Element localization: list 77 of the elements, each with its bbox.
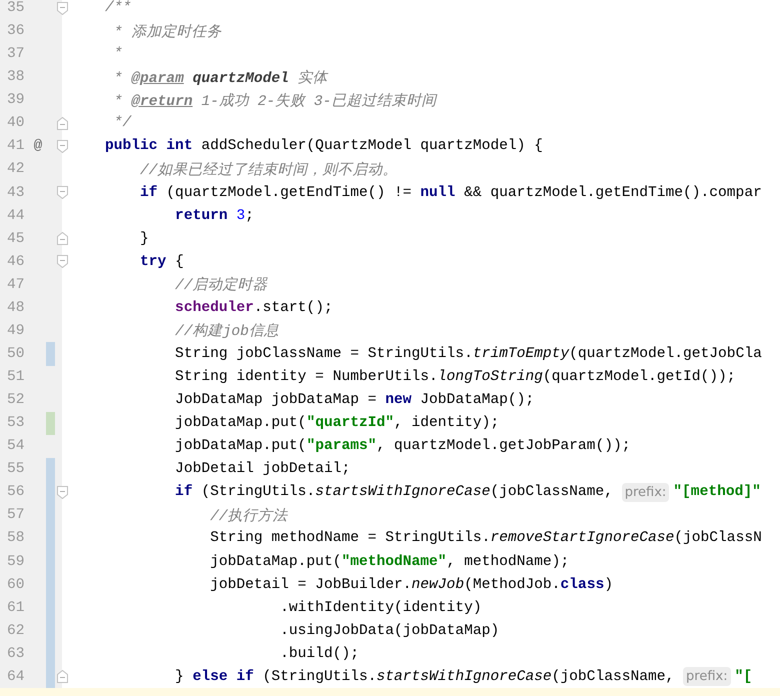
code-text: * @param quartzModel 实体 <box>112 68 328 87</box>
code-text: //如果已经过了结束时间，则不启动。 <box>139 160 398 179</box>
line-number: 46 <box>6 254 26 270</box>
line-number: 44 <box>6 208 26 224</box>
code-text: * <box>112 46 123 62</box>
change-marker[interactable] <box>46 342 55 366</box>
override-marker[interactable]: @ <box>34 138 42 154</box>
fold-icon[interactable] <box>57 232 68 246</box>
code-text: //执行方法 <box>209 506 288 525</box>
code-text: */ <box>112 115 132 132</box>
code-text: "[method]" <box>673 484 761 500</box>
code-text: jobDataMap.put("methodName", methodName); <box>209 554 570 570</box>
line-number: 48 <box>6 300 26 316</box>
line-number: 61 <box>6 600 26 616</box>
line-number: 47 <box>6 276 26 293</box>
code-text: scheduler.start(); <box>174 300 333 316</box>
code-text: jobDetail = JobBuilder.newJob(MethodJob.class) <box>209 576 613 593</box>
code-text: //构建job信息 <box>174 322 279 340</box>
code-text: * @return 1-成功 2-失败 3-已超过结束时间 <box>112 92 436 110</box>
code-text: .build(); <box>279 646 359 662</box>
line-number: 37 <box>6 46 26 62</box>
code-text: try { <box>139 254 184 270</box>
line-number: 39 <box>6 92 26 108</box>
parameter-hint: prefix: <box>683 667 731 686</box>
fold-icon[interactable] <box>57 186 68 199</box>
line-number: 40 <box>6 115 26 132</box>
code-text: return 3; <box>174 208 254 224</box>
fold-icon[interactable] <box>57 486 68 499</box>
line-number: 63 <box>6 646 26 662</box>
line-number: 38 <box>6 69 26 86</box>
change-marker[interactable] <box>46 665 55 688</box>
line-number: 35 <box>6 0 26 16</box>
line-number: 57 <box>6 507 26 524</box>
code-text: String identity = NumberUtils.longToString(quartzModel.getId()); <box>174 369 736 386</box>
line-number: 62 <box>6 622 26 639</box>
line-number: 36 <box>6 23 26 40</box>
line-number: 53 <box>6 415 26 432</box>
code-text: } else if (StringUtils.startsWithIgnoreCase(jobClassName, <box>174 668 676 685</box>
code-text: JobDataMap jobDataMap = new JobDataMap(); <box>174 392 534 408</box>
code-text: } <box>139 230 149 247</box>
code-text: public int addScheduler(QuartzModel quartzModel) { <box>105 138 543 154</box>
line-number: 59 <box>6 554 26 570</box>
code-text: "[ <box>734 668 752 685</box>
line-number: 49 <box>6 322 26 339</box>
line-number: 64 <box>6 668 26 685</box>
code-text: if (quartzModel.getEndTime() != null && quartzModel.getEndTime().compar <box>139 184 762 201</box>
line-number: 60 <box>6 576 26 593</box>
code-text: .withIdentity(identity) <box>279 600 482 616</box>
code-text: jobDataMap.put("quartzId", identity); <box>174 415 500 432</box>
code-text: JobDetail jobDetail; <box>174 461 350 478</box>
line-number: 55 <box>6 461 26 478</box>
line-number: 50 <box>6 346 26 362</box>
line-number: 43 <box>6 184 26 201</box>
code-text: String methodName = StringUtils.removeStartIgnoreCase(jobClassN <box>209 530 762 546</box>
code-text: if (StringUtils.startsWithIgnoreCase(jobClassName, <box>174 484 614 500</box>
fold-icon[interactable] <box>57 2 68 14</box>
line-number: 56 <box>6 484 26 500</box>
line-number: 54 <box>6 438 26 454</box>
code-text: jobDataMap.put("params", quartzModel.getJobParam()); <box>174 438 630 454</box>
line-number: 51 <box>6 369 26 386</box>
code-text: .usingJobData(jobDataMap) <box>279 622 500 639</box>
fold-icon[interactable] <box>57 140 68 153</box>
code-text: /** <box>105 0 132 16</box>
line-number: 42 <box>6 161 26 178</box>
fold-icon[interactable] <box>57 670 68 684</box>
fold-icon[interactable] <box>57 255 68 268</box>
line-number: 52 <box>6 392 26 408</box>
line-number: 45 <box>6 230 26 247</box>
change-marker[interactable] <box>46 458 55 481</box>
fold-icon[interactable] <box>57 116 68 130</box>
parameter-hint: prefix: <box>622 482 670 502</box>
code-text: * 添加定时任务 <box>112 22 222 41</box>
change-marker[interactable] <box>46 412 55 435</box>
code-text: //启动定时器 <box>174 276 268 294</box>
line-number: 41 <box>6 138 26 154</box>
line-number: 58 <box>6 530 26 546</box>
code-text: String jobClassName = StringUtils.trimToEmpty(quartzModel.getJobCla <box>174 346 762 362</box>
